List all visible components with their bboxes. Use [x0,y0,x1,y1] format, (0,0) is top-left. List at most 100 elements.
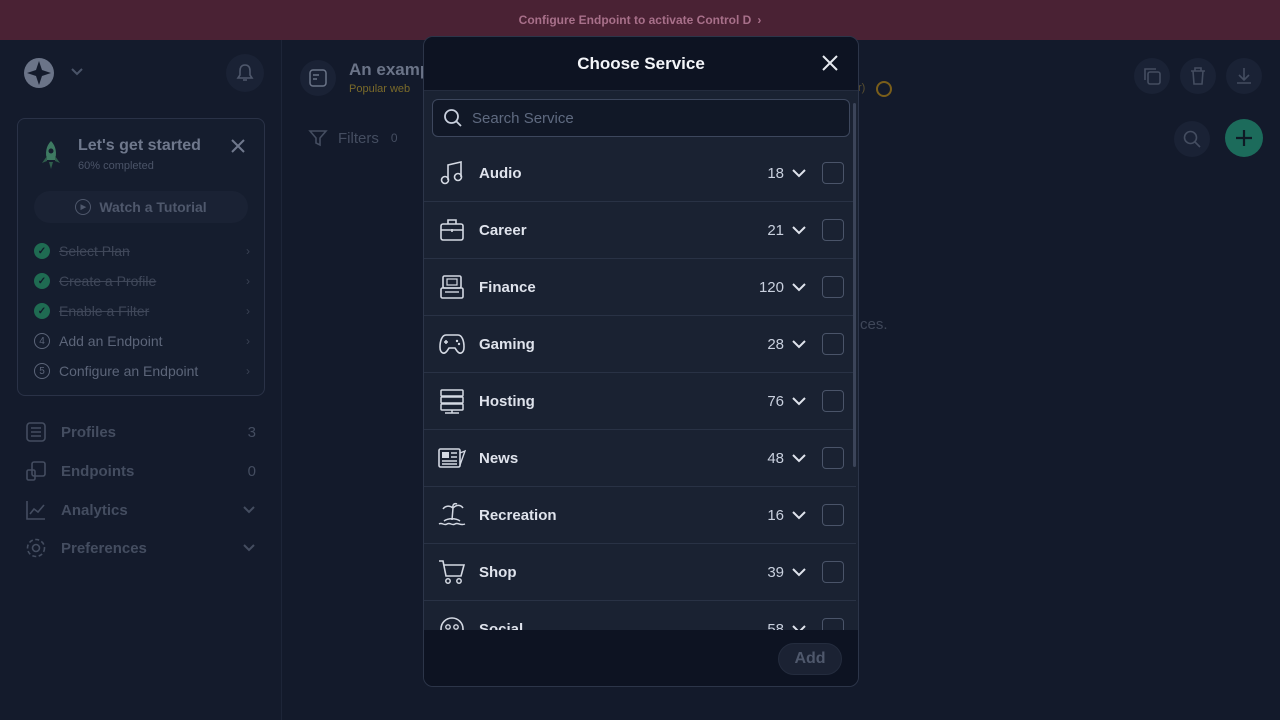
watch-tutorial-button[interactable]: ▶ Watch a Tutorial [34,191,248,223]
step-select-plan[interactable]: ✓ Select Plan › [34,240,250,262]
service-checkbox[interactable] [822,276,844,298]
profiles-count: 3 [247,423,256,441]
step-number-badge: 5 [34,363,50,379]
service-checkbox[interactable] [822,447,844,469]
service-count: 39 [767,563,784,581]
chevron-right-icon: › [246,334,250,348]
modal-header: Choose Service [424,37,858,91]
watch-tutorial-label: Watch a Tutorial [99,199,207,215]
sidebar-item-label: Endpoints [61,462,135,480]
card-progress-text: 60% completed [78,160,154,172]
step-label: Enable a Filter [59,303,150,319]
chevron-down-icon [242,502,256,519]
step-label: Add an Endpoint [59,333,163,349]
close-icon[interactable] [820,53,840,73]
cash-register-icon [438,273,466,301]
service-row-hosting[interactable]: Hosting 76 [424,373,856,430]
service-row-social[interactable]: Social 58 [424,601,856,630]
step-label: Configure an Endpoint [59,363,199,379]
chevron-right-icon: › [246,274,250,288]
chevron-right-icon: › [246,304,250,318]
step-configure-endpoint[interactable]: 5 Configure an Endpoint › [34,360,250,382]
modal-title: Choose Service [577,53,705,73]
sidebar-item-profiles[interactable]: Profiles 3 [24,418,256,446]
chevron-down-icon[interactable] [792,508,806,522]
chevron-down-icon[interactable] [792,280,806,294]
chevron-down-icon[interactable] [792,565,806,579]
chevron-down-icon[interactable] [792,337,806,351]
step-enable-filter[interactable]: ✓ Enable a Filter › [34,300,250,322]
duplicate-icon[interactable] [1134,58,1170,94]
scrollbar[interactable] [853,103,856,467]
shopping-cart-icon [438,558,466,586]
briefcase-icon [438,216,466,244]
play-icon: ▶ [75,199,92,215]
profile-title: An examp [349,60,431,79]
sidebar-item-preferences[interactable]: Preferences [24,534,256,562]
add-button[interactable]: Add [778,643,842,675]
service-name: Finance [479,278,536,296]
service-count: 120 [758,278,784,296]
search-service-field[interactable] [432,99,850,137]
filter-icon [308,130,328,147]
service-count: 28 [767,335,784,353]
trash-icon[interactable] [1180,58,1216,94]
chevron-down-icon [242,540,256,557]
service-checkbox[interactable] [822,162,844,184]
getting-started-card: Let's get started 60% completed ▶ Watch … [17,118,265,396]
service-row-gaming[interactable]: Gaming 28 [424,316,856,373]
music-note-icon [438,159,466,187]
logo-icon[interactable] [18,56,60,90]
service-list: Audio 18 Career 21 Finance 120 Gaming 28… [424,145,858,630]
service-count: 16 [767,506,784,524]
service-checkbox[interactable] [822,618,844,630]
download-icon[interactable] [1226,58,1262,94]
service-count: 18 [767,164,784,182]
chevron-down-icon[interactable] [70,64,84,80]
sidebar-item-label: Preferences [61,539,147,557]
service-checkbox[interactable] [822,219,844,241]
add-plus-button[interactable] [1225,119,1263,157]
configure-banner[interactable]: Configure Endpoint to activate Control D… [0,0,1280,40]
service-name: Shop [479,563,517,581]
chevron-down-icon[interactable] [792,451,806,465]
chevron-down-icon[interactable] [792,622,806,630]
service-count: 76 [767,392,784,410]
service-row-recreation[interactable]: Recreation 16 [424,487,856,544]
filters-button[interactable]: Filters 0 [308,128,398,148]
sidebar-item-endpoints[interactable]: Endpoints 0 [24,457,256,485]
service-row-finance[interactable]: Finance 120 [424,259,856,316]
service-checkbox[interactable] [822,561,844,583]
chevron-down-icon[interactable] [792,223,806,237]
endpoints-count: 0 [247,462,256,480]
banner-text: Configure Endpoint to activate Control D [518,13,752,27]
service-checkbox[interactable] [822,504,844,526]
profile-icon [300,60,336,96]
check-icon: ✓ [34,303,50,319]
search-service-input[interactable] [472,109,832,127]
check-icon: ✓ [34,273,50,289]
service-row-shop[interactable]: Shop 39 [424,544,856,601]
step-create-profile[interactable]: ✓ Create a Profile › [34,270,250,292]
chevron-down-icon[interactable] [792,394,806,408]
sidebar-item-analytics[interactable]: Analytics [24,496,256,524]
service-checkbox[interactable] [822,390,844,412]
chevron-right-icon: › [757,13,762,27]
profile-subtitle-tail: r) [858,82,866,94]
service-row-news[interactable]: News 48 [424,430,856,487]
service-checkbox[interactable] [822,333,844,355]
service-count: 48 [767,449,784,467]
search-icon[interactable] [1174,121,1210,157]
service-row-audio[interactable]: Audio 18 [424,145,856,202]
close-icon[interactable] [230,137,246,160]
service-row-career[interactable]: Career 21 [424,202,856,259]
check-icon: ✓ [34,243,50,259]
sidebar: Let's get started 60% completed ▶ Watch … [0,40,282,720]
service-name: Social [479,620,524,631]
chevron-down-icon[interactable] [792,166,806,180]
choose-service-modal: Choose Service Audio 18 Career 21 [423,36,859,687]
service-count: 21 [767,221,784,239]
notifications-bell-icon[interactable] [226,54,264,92]
step-add-endpoint[interactable]: 4 Add an Endpoint › [34,330,250,352]
endpoints-icon [24,459,48,483]
